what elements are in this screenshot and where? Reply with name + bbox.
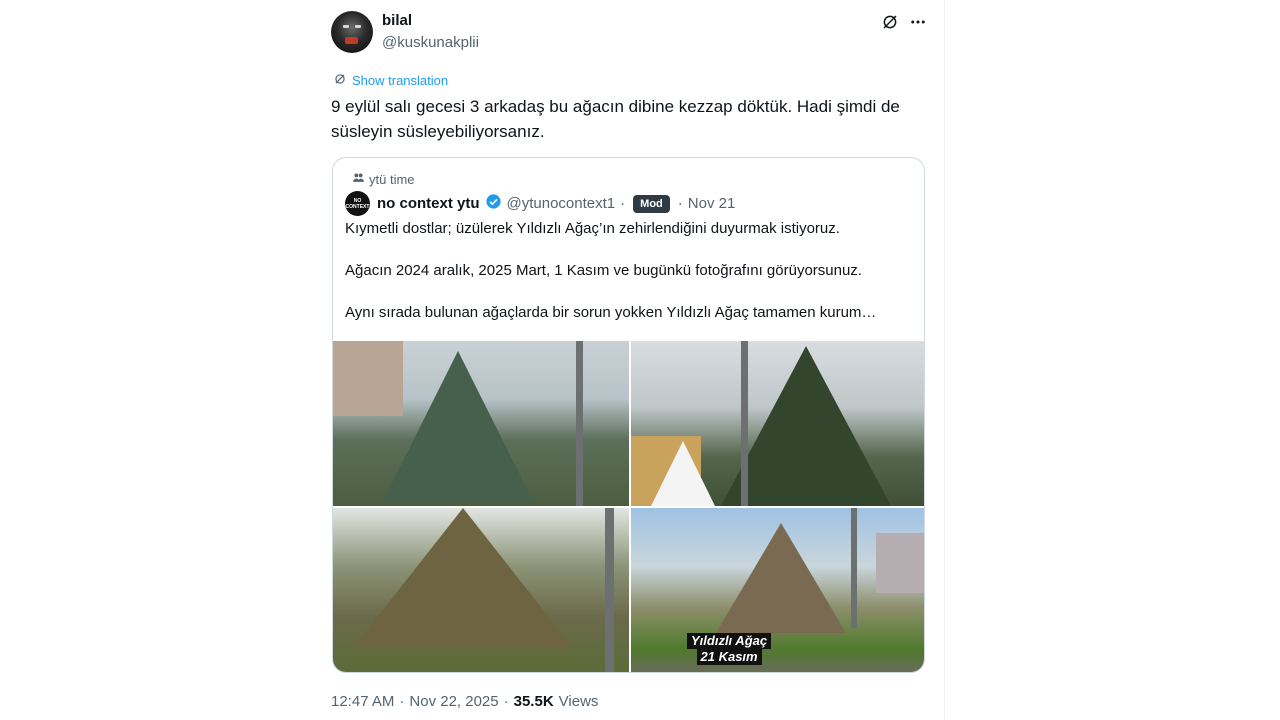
translate-icon [333,72,347,89]
avatar-mouth [345,37,358,44]
quote-separator-2: · [677,195,683,212]
photo-tree-november[interactable] [333,508,629,672]
avatar-eye-left [343,25,349,28]
photo-spruce [716,523,846,633]
quote-author-name[interactable]: no context ytu [377,195,480,212]
timeline-divider [944,0,945,720]
photo-tree-december[interactable] [333,341,629,506]
community-icon [352,171,365,187]
photo-caption: Yıldızlı Ağaç 21 Kasım [687,633,772,665]
photo-tree-today[interactable]: Yıldızlı Ağaç 21 Kasım [631,508,924,672]
photo-pole [741,341,748,506]
tweet-meta: 12:47 AM · Nov 22, 2025 · 35.5K Views [331,693,598,710]
verified-badge-icon [485,193,502,214]
mod-badge: Mod [633,194,670,213]
author-avatar[interactable] [331,11,373,53]
community-label[interactable]: ytü time [352,171,415,187]
photo-caption-line-1: Yıldızlı Ağaç [687,633,772,649]
show-translation-link[interactable]: Show translation [333,72,448,89]
show-translation-label: Show translation [352,73,449,88]
photo-building [876,533,924,593]
photo-spruce [353,508,573,648]
author-handle[interactable]: @kuskunakplii [382,34,479,51]
more-icon[interactable] [908,12,928,32]
quote-header: NO CONTEXT no context ytu @ytunocontext1… [345,191,735,216]
quoted-tweet[interactable]: ytü time NO CONTEXT no context ytu @ytun… [332,157,925,673]
views-count: 35.5K [513,693,554,710]
quote-author-handle[interactable]: @ytunocontext1 [507,195,616,212]
tweet-top-actions [880,12,928,32]
tweet-text: 9 eylül salı gecesi 3 arkadaş bu ağacın … [331,97,900,141]
quote-text: Kıymetli dostlar; üzülerek Yıldızlı Ağaç… [345,218,915,344]
photo-pole [851,508,857,628]
photo-tree-march[interactable] [631,341,924,506]
meta-separator: · [399,693,405,710]
views-label: Views [558,693,599,710]
photo-pole [605,508,614,672]
quote-paragraph-3: Aynı sırada bulunan ağaçlarda bir sorun … [345,304,877,321]
meta-separator-2: · [503,693,509,710]
photo-tent [651,441,715,506]
photo-caption-line-2: 21 Kasım [696,649,762,665]
avatar-eye-right [355,25,361,28]
quote-date[interactable]: Nov 21 [688,195,736,212]
quote-paragraph-1: Kıymetli dostlar; üzülerek Yıldızlı Ağaç… [345,220,840,237]
quote-separator: · [620,195,626,212]
photo-grid: Yıldızlı Ağaç 21 Kasım [333,341,924,672]
community-name: ytü time [369,171,415,187]
author-display-name[interactable]: bilal [382,12,412,29]
photo-pole [576,341,583,506]
quote-avatar[interactable]: NO CONTEXT [345,191,370,216]
grok-icon[interactable] [880,12,900,32]
photo-spruce [383,351,533,501]
quote-paragraph-2: Ağacın 2024 aralık, 2025 Mart, 1 Kasım v… [345,262,862,279]
tweet-time[interactable]: 12:47 AM [331,693,394,710]
tweet-date[interactable]: Nov 22, 2025 [409,693,498,710]
